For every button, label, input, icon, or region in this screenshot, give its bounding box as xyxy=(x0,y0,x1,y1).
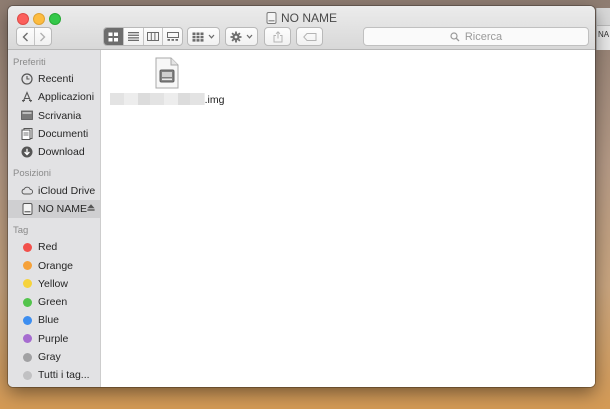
sidebar-item-tag-yellow[interactable]: Yellow xyxy=(8,275,100,293)
group-by-button[interactable] xyxy=(187,27,220,46)
green-dot-icon xyxy=(22,297,32,307)
all-tags-dot-icon xyxy=(22,370,32,380)
file-browser-content: .img xyxy=(102,51,595,387)
sidebar-item-tag-blue[interactable]: Blue xyxy=(8,311,100,329)
window-title: NO NAME xyxy=(280,11,337,25)
purple-dot-icon xyxy=(22,334,32,344)
sidebar-item-no-name[interactable]: NO NAME xyxy=(8,199,100,219)
tag-icon xyxy=(302,32,316,41)
disk-icon xyxy=(21,202,33,215)
window-title-bar: NO NAME xyxy=(8,11,595,25)
sidebar-item-label: Gray xyxy=(38,351,61,363)
sidebar-item-label: Documenti xyxy=(38,128,89,141)
chevron-right-icon xyxy=(40,32,46,41)
icon-view-button[interactable] xyxy=(104,28,124,45)
tag-dot-yellow xyxy=(21,278,33,290)
tag-dot-all xyxy=(21,369,33,381)
desktop-peek-window: NA xyxy=(596,8,610,50)
disk-icon xyxy=(266,12,277,24)
gallery-icon xyxy=(166,32,179,41)
documents-icon xyxy=(21,128,33,141)
download-icon xyxy=(21,146,33,158)
group-grid-icon xyxy=(192,32,204,42)
sidebar-item-tag-gray[interactable]: Gray xyxy=(8,348,100,366)
sidebar-item-documents[interactable]: Documenti xyxy=(8,125,100,143)
tag-dot-red xyxy=(21,241,33,253)
forward-button[interactable] xyxy=(35,28,52,45)
edit-tags-button[interactable] xyxy=(296,27,323,46)
chevron-down-icon xyxy=(208,34,215,39)
finder-window: NO NAME Ricerca Preferiti Recenti Applic… xyxy=(8,6,595,387)
tag-dot-gray xyxy=(21,351,33,363)
sidebar: Preferiti Recenti Applicazioni Scrivania… xyxy=(8,50,101,387)
chevron-left-icon xyxy=(22,32,28,41)
sidebar-item-label: Applicazioni xyxy=(38,91,95,104)
disk-image-icon xyxy=(155,57,179,89)
cloud-icon xyxy=(21,185,33,197)
sidebar-item-label: iCloud Drive xyxy=(38,184,96,197)
sidebar-item-label: Tutti i tag... xyxy=(38,369,90,382)
view-mode-control xyxy=(103,27,183,46)
sidebar-item-label: Scrivania xyxy=(38,109,82,122)
sidebar-item-all-tags[interactable]: Tutti i tag... xyxy=(8,366,100,384)
nav-buttons xyxy=(16,27,52,46)
sidebar-item-label: Download xyxy=(38,146,85,159)
section-title-tags: Tag xyxy=(13,225,29,237)
sidebar-item-label: Yellow xyxy=(38,277,68,290)
back-button[interactable] xyxy=(17,28,35,45)
sidebar-item-label: Red xyxy=(38,241,58,254)
gear-icon xyxy=(230,31,242,42)
tag-dot-blue xyxy=(21,314,33,326)
peek-titlebar xyxy=(597,8,610,26)
file-item[interactable]: .img xyxy=(102,57,232,106)
sidebar-item-icloud-drive[interactable]: iCloud Drive xyxy=(8,181,100,199)
tag-dot-green xyxy=(21,296,33,308)
chevron-down-icon xyxy=(246,34,253,39)
redacted-file-name xyxy=(109,93,205,105)
gray-dot-icon xyxy=(22,352,32,362)
column-view-button[interactable] xyxy=(144,28,164,45)
eject-icon[interactable] xyxy=(87,204,95,213)
toolbar: NO NAME Ricerca xyxy=(8,6,595,50)
sidebar-item-tag-red[interactable]: Red xyxy=(8,238,100,256)
applications-icon xyxy=(21,91,33,103)
section-title-locations: Posizioni xyxy=(13,168,52,180)
sidebar-item-desktop[interactable]: Scrivania xyxy=(8,107,100,125)
sidebar-item-label: Purple xyxy=(38,332,69,345)
sidebar-item-tag-purple[interactable]: Purple xyxy=(8,330,100,348)
yellow-dot-icon xyxy=(22,279,32,289)
share-button[interactable] xyxy=(264,27,291,46)
blue-dot-icon xyxy=(22,315,32,325)
tag-dot-orange xyxy=(21,260,33,272)
sidebar-item-tag-green[interactable]: Green xyxy=(8,293,100,311)
columns-icon xyxy=(146,32,159,41)
action-menu-button[interactable] xyxy=(225,27,258,46)
gallery-view-button[interactable] xyxy=(163,28,182,45)
grid-icon xyxy=(108,32,118,41)
sidebar-item-label: Recenti xyxy=(38,73,74,86)
orange-dot-icon xyxy=(22,261,32,271)
sidebar-item-recents[interactable]: Recenti xyxy=(8,70,100,88)
list-icon xyxy=(127,32,139,41)
share-icon xyxy=(273,30,282,42)
desktop-icon xyxy=(21,110,33,122)
file-extension: .img xyxy=(204,94,225,106)
file-name: .img xyxy=(102,93,232,106)
sidebar-item-label: Blue xyxy=(38,314,60,327)
sidebar-item-label: Orange xyxy=(38,259,74,272)
list-view-button[interactable] xyxy=(124,28,144,45)
sidebar-item-download[interactable]: Download xyxy=(8,143,100,161)
clock-icon xyxy=(21,73,33,85)
sidebar-item-label: NO NAME xyxy=(38,202,88,215)
red-dot-icon xyxy=(22,242,32,252)
tag-dot-purple xyxy=(21,333,33,345)
sidebar-item-applications[interactable]: Applicazioni xyxy=(8,88,100,106)
section-title-favorites: Preferiti xyxy=(13,57,46,68)
search-icon xyxy=(450,31,460,41)
peek-label: NA xyxy=(598,30,610,39)
sidebar-item-label: Green xyxy=(38,296,68,309)
sidebar-item-tag-orange[interactable]: Orange xyxy=(8,256,100,274)
search-field[interactable]: Ricerca xyxy=(363,27,589,46)
search-placeholder: Ricerca xyxy=(464,30,503,43)
